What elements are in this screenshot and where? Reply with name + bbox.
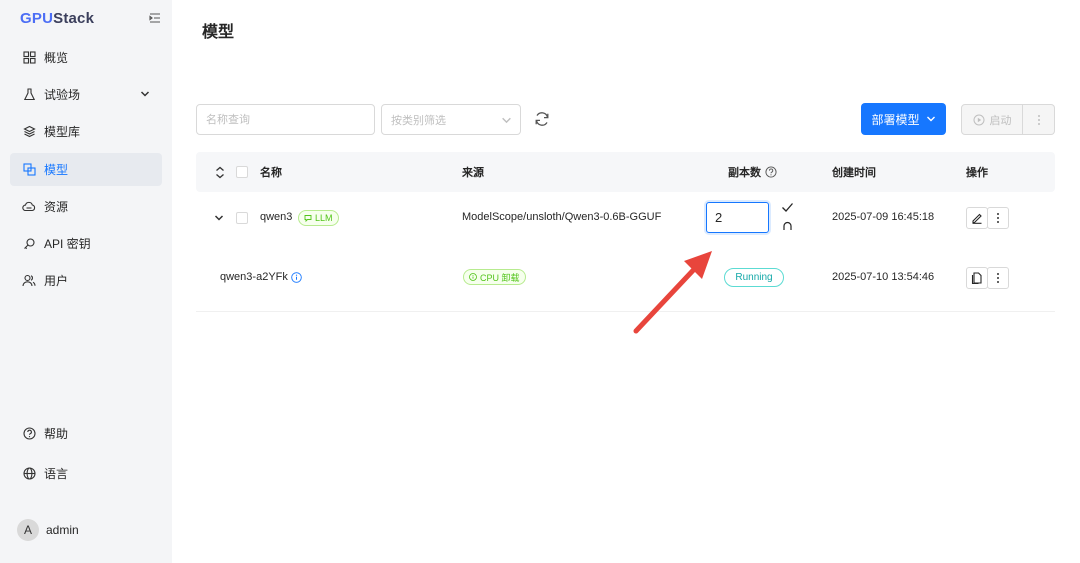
row-more-button[interactable]: [987, 267, 1009, 289]
info-circle-icon[interactable]: [291, 272, 302, 283]
sidebar-item-api-keys[interactable]: API 密钥: [10, 227, 162, 260]
model-source: ModelScope/unsloth/Qwen3-0.6B-GGUF: [462, 211, 662, 223]
column-header-name[interactable]: 名称: [260, 152, 282, 192]
column-header-replicas[interactable]: 副本数: [728, 152, 777, 192]
undo-icon[interactable]: [782, 220, 793, 232]
cpu-offload-tag: CPU 卸载: [463, 269, 526, 285]
deploy-model-button[interactable]: 部署模型: [861, 103, 946, 135]
layers-icon: [22, 125, 36, 139]
annotation-arrow-icon: [633, 251, 712, 334]
avatar: A: [17, 518, 39, 541]
model-icon: [22, 163, 36, 177]
sidebar-item-overview[interactable]: 概览: [10, 41, 162, 74]
column-header-replicas-label: 副本数: [728, 167, 761, 179]
edit-icon: [972, 213, 982, 224]
logs-icon: [971, 272, 982, 284]
chat-icon: [304, 214, 312, 222]
expand-all-icon[interactable]: [215, 166, 225, 179]
instance-name: qwen3-a2YFk: [220, 271, 288, 283]
page-title: 模型: [202, 24, 235, 41]
row-checkbox[interactable]: [236, 212, 248, 224]
globe-icon: [22, 467, 36, 481]
cpu-offload-tag-label: CPU 卸载: [480, 272, 520, 283]
refresh-icon[interactable]: [534, 111, 550, 127]
chevron-down-icon: [926, 114, 936, 124]
category-tag-label: LLM: [315, 213, 333, 223]
confirm-check-icon[interactable]: [781, 202, 794, 213]
sidebar-item-label: 语言: [44, 467, 69, 481]
user-menu[interactable]: A admin: [10, 513, 162, 546]
select-all-checkbox[interactable]: [236, 166, 248, 178]
sidebar-item-users[interactable]: 用户: [10, 264, 162, 297]
more-actions-button[interactable]: [1023, 104, 1055, 135]
cloud-icon: [22, 200, 36, 214]
more-vertical-icon: [997, 213, 999, 223]
more-vertical-icon: [997, 273, 999, 283]
chevron-down-icon[interactable]: [214, 213, 224, 223]
play-circle-icon: [973, 114, 984, 125]
category-tag: LLM: [298, 210, 339, 226]
logo[interactable]: GPUStack: [20, 10, 94, 27]
sidebar-item-label: 模型库: [44, 125, 81, 139]
help-icon: [22, 427, 36, 441]
model-name[interactable]: qwen3: [260, 211, 292, 223]
more-vertical-icon: [1037, 114, 1040, 125]
start-button[interactable]: 启动: [961, 104, 1023, 135]
search-input[interactable]: [196, 104, 375, 135]
column-header-created[interactable]: 创建时间: [832, 152, 876, 192]
sidebar-item-label: 概览: [44, 51, 69, 65]
sidebar-item-label: 帮助: [44, 427, 69, 441]
sidebar-item-language[interactable]: 语言: [10, 457, 162, 490]
key-icon: [22, 237, 36, 251]
info-circle-icon: [469, 273, 477, 281]
sidebar-item-label: 用户: [44, 274, 69, 288]
deploy-model-label: 部署模型: [871, 112, 920, 127]
sidebar-item-label: API 密钥: [44, 237, 91, 251]
status-badge: Running: [724, 268, 784, 287]
sidebar-item-label: 模型: [44, 163, 69, 177]
users-icon: [22, 274, 36, 288]
username: admin: [46, 522, 79, 537]
flask-icon: [22, 88, 36, 102]
created-time: 2025-07-09 16:45:18: [832, 211, 935, 223]
sidebar: GPUStack 概览 试验场 模型库 模型 资源 API 密钥 用户 帮助 语…: [0, 0, 172, 563]
view-logs-button[interactable]: [966, 267, 988, 289]
sidebar-item-label: 试验场: [44, 88, 81, 102]
sidebar-item-catalog[interactable]: 模型库: [10, 115, 162, 148]
table-header: 名称 来源 副本数 创建时间 操作: [196, 152, 1055, 192]
dashboard-icon: [22, 51, 36, 65]
collapse-menu-icon[interactable]: [149, 12, 161, 24]
chevron-down-icon: [140, 91, 150, 97]
chevron-down-icon: [502, 117, 511, 124]
filter-placeholder: 按类别筛选: [391, 114, 446, 127]
column-header-source[interactable]: 来源: [462, 152, 484, 192]
sidebar-item-models[interactable]: 模型: [10, 153, 162, 186]
sidebar-item-label: 资源: [44, 200, 69, 214]
edit-button[interactable]: [966, 207, 988, 229]
replicas-input[interactable]: [706, 202, 769, 233]
sidebar-item-resources[interactable]: 资源: [10, 190, 162, 223]
column-header-actions: 操作: [966, 167, 988, 179]
created-time: 2025-07-10 13:54:46: [832, 271, 935, 283]
question-circle-icon[interactable]: [765, 166, 777, 178]
category-filter-select[interactable]: 按类别筛选: [381, 104, 521, 135]
start-label: 启动: [989, 114, 1012, 127]
sidebar-item-help[interactable]: 帮助: [10, 417, 162, 450]
row-more-button[interactable]: [987, 207, 1009, 229]
sidebar-item-playground[interactable]: 试验场: [10, 78, 162, 111]
